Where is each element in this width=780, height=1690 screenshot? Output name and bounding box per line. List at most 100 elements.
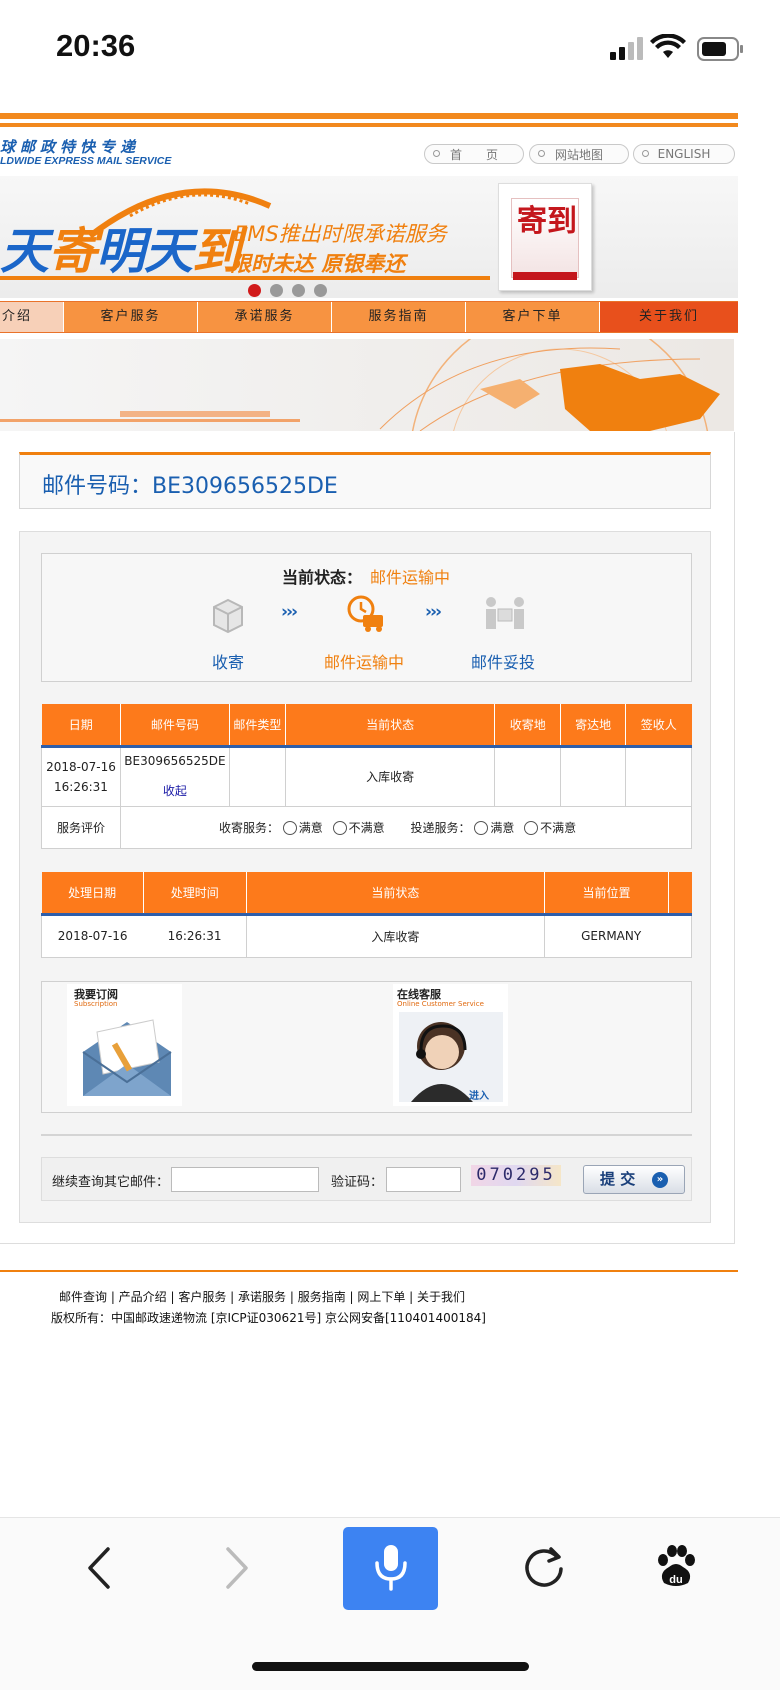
link-home[interactable]: 首 页 — [424, 144, 524, 164]
deliver-unsatisfied-radio[interactable]: 不满意 — [524, 821, 576, 835]
nav-item-commitment[interactable]: 承诺服务 — [198, 302, 332, 332]
nav-item-guide[interactable]: 服务指南 — [332, 302, 466, 332]
rating-options: 收寄服务： 满意 不满意 投递服务： 满意 不满意 — [119, 805, 693, 849]
baidu-paw-icon[interactable]: du — [654, 1543, 698, 1589]
table-row: 2018-07-16 16:26:31 入库收寄 GERMANY — [41, 913, 692, 958]
table-header-row: 处理日期 处理时间 当前状态 当前位置 — [41, 872, 692, 914]
back-icon[interactable] — [84, 1545, 114, 1591]
query-label: 继续查询其它邮件： — [52, 1175, 170, 1190]
tracking-detail-table: 处理日期 处理时间 当前状态 当前位置 2018-07-16 16:26:31 … — [41, 872, 692, 958]
tracking-query-input[interactable] — [171, 1167, 319, 1192]
envelope-icon — [82, 1019, 172, 1096]
world-map-graphic — [0, 339, 720, 431]
online-service-banner[interactable]: 在线客服 Online Customer Service 进入 — [393, 984, 508, 1106]
tracking-number: 邮件号码：BE309656525DE — [42, 474, 338, 499]
subscription-banner[interactable]: 我要订阅 Subscription — [67, 984, 182, 1106]
current-status-label: 当前状态： — [282, 568, 363, 587]
header-stripe-thin — [0, 123, 738, 127]
collapse-link[interactable]: 收起 — [121, 782, 229, 799]
cell-process-time: 16:26:31 — [143, 913, 247, 958]
col-location: 当前位置 — [544, 872, 669, 914]
collect-satisfied-radio[interactable]: 满意 — [282, 821, 323, 835]
footer-rule — [0, 1270, 738, 1272]
mail-info-table: 日期 邮件号码 邮件类型 当前状态 收寄地 寄达地 签收人 2018-07-16… — [41, 704, 693, 849]
bullet-icon — [538, 150, 545, 157]
step-collected: 收寄 — [212, 653, 245, 672]
wifi-icon — [650, 34, 686, 58]
rating-label: 服务评价 — [41, 805, 121, 849]
col-date: 日期 — [41, 704, 121, 746]
cell-signer — [625, 745, 692, 807]
cell-location: GERMANY — [544, 913, 692, 958]
col-destination: 寄达地 — [560, 704, 627, 746]
footer-links[interactable]: 邮件查询 | 产品介绍 | 客户服务 | 承诺服务 | 服务指南 | 网上下单 … — [59, 1288, 465, 1305]
cell-number: BE309656525DE 收起 — [119, 745, 230, 807]
nav-item-about[interactable]: 关于我们 — [600, 302, 738, 332]
cell-current-status: 入库收寄 — [245, 913, 546, 958]
col-type: 邮件类型 — [229, 704, 286, 746]
nav-item-order[interactable]: 客户下单 — [466, 302, 600, 332]
cellular-signal-icon — [610, 37, 643, 60]
col-process-time: 处理时间 — [143, 872, 247, 914]
footer-copyright: 版权所有：中国邮政速递物流 [京ICP证030621号] 京公网安备[11040… — [51, 1311, 486, 1325]
logo-english: LDWIDE EXPRESS MAIL SERVICE — [0, 155, 172, 167]
header-stripe — [0, 113, 738, 119]
col-process-date: 处理日期 — [41, 872, 144, 914]
status-time: 20:36 — [56, 28, 136, 63]
col-number: 邮件号码 — [120, 704, 230, 746]
package-box-icon — [213, 598, 243, 634]
banner-line1: EMS推出时限承诺服务 — [234, 222, 447, 246]
package-image: 寄到 — [498, 183, 592, 291]
col-signer: 签收人 — [625, 704, 692, 746]
forward-icon[interactable] — [222, 1545, 252, 1591]
banner-line2: 限时未达 原银奉还 — [230, 252, 406, 276]
truck-clock-icon — [347, 595, 383, 632]
table-header-row: 日期 邮件号码 邮件类型 当前状态 收寄地 寄达地 签收人 — [41, 704, 692, 746]
carousel-dot[interactable] — [270, 284, 283, 297]
voice-search-button[interactable] — [343, 1527, 438, 1610]
carousel-dot[interactable] — [314, 284, 327, 297]
bullet-icon — [433, 150, 440, 157]
carousel-dot[interactable] — [248, 284, 261, 297]
rating-row: 服务评价 收寄服务： 满意 不满意 投递服务： 满意 不满意 — [41, 805, 693, 849]
cell-destination — [560, 745, 627, 807]
cell-status: 入库收寄 — [284, 745, 496, 807]
captcha-image[interactable]: 070295 — [471, 1165, 561, 1186]
captcha-label: 验证码： — [331, 1175, 384, 1190]
banner-headline: 天寄明天到 — [0, 225, 241, 279]
go-arrow-icon: » — [652, 1172, 668, 1188]
captcha-input[interactable] — [386, 1167, 461, 1192]
table-row: 2018-07-16 16:26:31 BE309656525DE 收起 入库收… — [41, 745, 692, 807]
progress-arrow-icon: ››› — [425, 602, 442, 622]
col-current-status: 当前状态 — [246, 872, 546, 914]
cell-type — [228, 745, 286, 807]
delivery-handover-icon — [486, 597, 524, 629]
status-icons — [610, 34, 743, 61]
carousel-dot[interactable] — [292, 284, 305, 297]
current-status-value: 邮件运输中 — [370, 568, 451, 587]
submit-button[interactable]: 提 交 » — [583, 1165, 685, 1194]
step-in-transit: 邮件运输中 — [324, 653, 405, 672]
divider — [41, 1134, 692, 1136]
deliver-satisfied-radio[interactable]: 满意 — [474, 821, 514, 835]
bullet-icon — [642, 150, 649, 157]
link-sitemap[interactable]: 网站地图 — [529, 144, 629, 164]
nav-item-intro[interactable]: 介绍 — [0, 302, 64, 332]
logo-chinese: 球邮政特快专递 — [0, 140, 141, 156]
reload-icon[interactable] — [521, 1545, 567, 1591]
baidu-text: du — [669, 1574, 682, 1586]
world-map-banner — [0, 339, 734, 431]
collect-unsatisfied-radio[interactable]: 不满意 — [332, 821, 385, 835]
progress-arrow-icon: ››› — [281, 602, 298, 622]
battery-icon — [697, 37, 743, 61]
nav-item-customer-service[interactable]: 客户服务 — [64, 302, 198, 332]
col-origin: 收寄地 — [494, 704, 562, 746]
cell-process-date: 2018-07-16 — [41, 913, 144, 958]
link-english[interactable]: ENGLISH — [633, 144, 735, 164]
main-nav: 介绍 客户服务 承诺服务 服务指南 客户下单 关于我们 — [0, 301, 738, 333]
cell-date: 2018-07-16 16:26:31 — [41, 745, 121, 807]
screen: 20:36 球邮政特快专递 LDWIDE EXPRESS MAIL SERVIC… — [0, 0, 780, 1690]
home-indicator[interactable] — [252, 1662, 529, 1671]
col-status: 当前状态 — [285, 704, 496, 746]
cell-origin — [494, 745, 562, 807]
